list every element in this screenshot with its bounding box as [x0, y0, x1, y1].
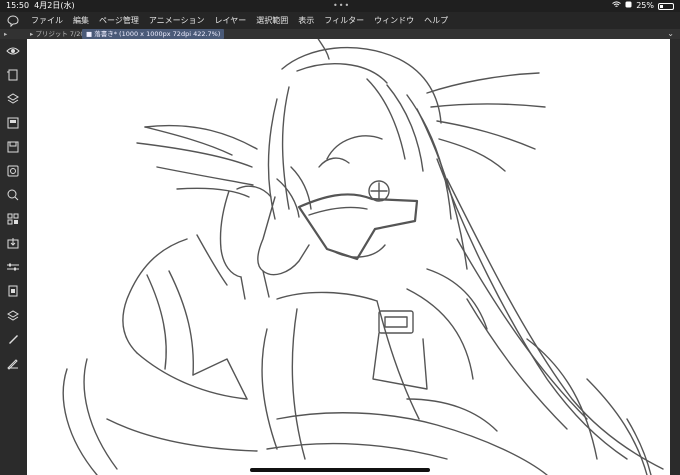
menu-window[interactable]: ウィンドウ: [369, 15, 419, 26]
tab-active-label: 落書き* (1000 x 1000px 72dpi 422.7%): [94, 30, 221, 38]
left-toolbar: [0, 39, 27, 475]
clipboard-icon[interactable]: [6, 283, 20, 297]
menu-selection[interactable]: 選択範囲: [251, 15, 293, 26]
status-bar: 15:50 4月2日(水) ••• 25%: [0, 0, 680, 12]
multitask-dots[interactable]: •••: [333, 0, 350, 12]
menu-edit[interactable]: 編集: [68, 15, 94, 26]
export-icon[interactable]: [6, 235, 20, 249]
menu-page[interactable]: ページ管理: [94, 15, 144, 26]
menu-layer[interactable]: レイヤー: [210, 15, 252, 26]
menu-filter[interactable]: フィルター: [319, 15, 369, 26]
tab-active-document[interactable]: ■ 落書き* (1000 x 1000px 72dpi 422.7%): [82, 29, 225, 39]
tab-subview-label: プリジット 7/20: [35, 30, 85, 38]
tab-subview[interactable]: ▸ プリジット 7/20: [26, 29, 89, 39]
menu-help[interactable]: ヘルプ: [419, 15, 453, 26]
wifi-icon: [612, 0, 622, 12]
lock-rotation-icon: [625, 0, 632, 12]
battery-fill: [660, 4, 663, 8]
menu-view[interactable]: 表示: [293, 15, 319, 26]
frame-icon[interactable]: [6, 67, 20, 81]
home-indicator[interactable]: [250, 468, 430, 472]
grid-icon[interactable]: [6, 211, 20, 225]
layers-icon[interactable]: [6, 307, 20, 321]
document-tab-bar: ▸ ▸ プリジット 7/20 ■ 落書き* (1000 x 1000px 72d…: [0, 29, 680, 39]
sliders-icon[interactable]: [6, 259, 20, 273]
menu-bar: ファイル 編集 ページ管理 アニメーション レイヤー 選択範囲 表示 フィルター…: [0, 12, 680, 29]
battery-icon: [658, 2, 674, 10]
sidebar-arrow-icon[interactable]: ▸: [4, 29, 7, 39]
battery-percent: 25%: [636, 1, 654, 10]
pen-icon[interactable]: [6, 331, 20, 345]
drawing-canvas[interactable]: [27, 39, 670, 475]
search-icon[interactable]: [6, 187, 20, 201]
right-edge-strip: [670, 39, 680, 475]
sketch-artwork: [62, 39, 664, 475]
pencil-ruler-icon[interactable]: [6, 355, 20, 370]
layer-icon[interactable]: [6, 115, 20, 129]
settings-icon[interactable]: [6, 163, 20, 177]
eye-icon[interactable]: [6, 43, 20, 57]
menu-file[interactable]: ファイル: [26, 15, 68, 26]
menu-animation[interactable]: アニメーション: [144, 15, 210, 26]
save-icon[interactable]: [6, 139, 20, 153]
status-time: 15:50: [6, 1, 30, 10]
app-logo-icon[interactable]: [0, 12, 26, 29]
chevron-down-icon[interactable]: ⌄: [667, 29, 674, 39]
status-date: 4月2日(水): [34, 1, 75, 10]
brush-stack-icon[interactable]: [6, 91, 20, 105]
